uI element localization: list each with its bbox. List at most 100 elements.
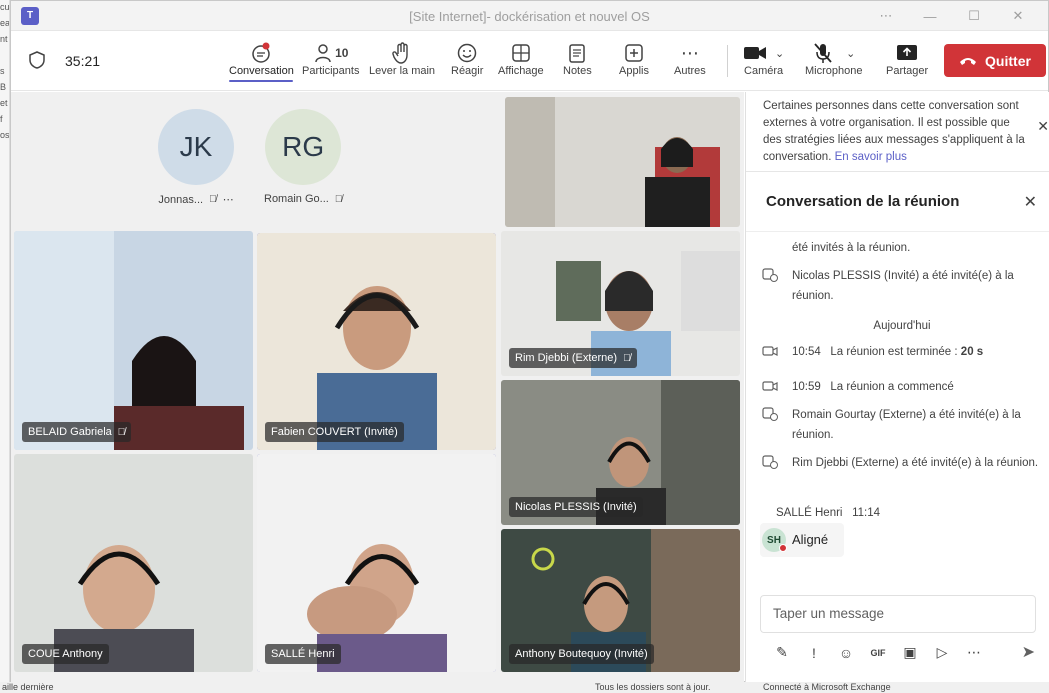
participant-more-icon[interactable]: ⋯ — [223, 193, 234, 206]
video-feed — [505, 97, 740, 227]
mic-off-icon: 🎙̸ — [209, 194, 217, 205]
video-feed — [257, 454, 496, 672]
participant-name: Jonnas... — [158, 193, 204, 206]
add-app-icon — [624, 41, 644, 65]
share-button[interactable]: Partager — [886, 41, 928, 77]
shield-icon[interactable] — [29, 51, 45, 69]
video-stage: JK Jonnas... 🎙̸ ⋯ RG Romain Go... 🎙̸ BEL… — [11, 92, 744, 682]
event-duration: 20 s — [960, 346, 984, 358]
message-input[interactable]: Taper un message — [760, 595, 1036, 633]
chat-panel: Certaines personnes dans cette conversat… — [745, 92, 1049, 682]
chat-event: été invités à la réunion. — [762, 238, 1042, 258]
window-minimize-icon[interactable]: — — [908, 9, 952, 24]
window-maximize-icon[interactable]: ☐ — [952, 8, 996, 24]
important-icon[interactable]: ! — [798, 645, 830, 661]
microphone-chevron-icon[interactable]: ⌄ — [846, 47, 855, 60]
participant-name: Anthony Boutequoy (Invité) — [515, 648, 648, 660]
conversation-label: Conversation — [229, 65, 294, 77]
toolbar-divider — [727, 45, 728, 77]
external-banner: Certaines personnes dans cette conversat… — [746, 92, 1049, 172]
background-app-sidebar: cu ea nt s Bet f os — [0, 0, 10, 693]
audio-participant-jk[interactable]: JK Jonnas... 🎙̸ ⋯ — [158, 109, 234, 206]
raise-hand-button[interactable]: Lever la main — [369, 41, 435, 77]
view-button[interactable]: Affichage — [498, 41, 544, 77]
view-label: Affichage — [498, 65, 544, 77]
message-meta: SALLÉ Henri 11:14 — [776, 503, 1049, 523]
teams-meeting-window: T [Site Internet]- dockérisation et nouv… — [10, 0, 1049, 682]
hand-icon — [392, 41, 412, 65]
participant-name: BELAID Gabriela — [28, 426, 112, 438]
apps-button[interactable]: Applis — [619, 41, 649, 77]
conversation-button[interactable]: Conversation — [229, 41, 294, 82]
status-text-mid: Tous les dossiers sont à jour. — [595, 682, 711, 692]
status-text-right: Connecté à Microsoft Exchange — [763, 682, 891, 692]
react-button[interactable]: Réagir — [451, 41, 483, 77]
video-tile-salle[interactable]: SALLÉ Henri — [257, 454, 496, 672]
emoji-icon[interactable]: ☺ — [830, 645, 862, 661]
more-button[interactable]: ⋯ Autres — [674, 41, 706, 78]
chat-message[interactable]: SH Aligné — [760, 523, 844, 557]
camera-button[interactable]: ⌄ Caméra — [743, 41, 784, 77]
window-close-icon[interactable]: ✕ — [996, 8, 1040, 24]
leave-button[interactable]: Quitter — [944, 44, 1046, 77]
participants-button[interactable]: 10 Participants — [302, 41, 359, 77]
video-tile-fabien[interactable]: Fabien COUVERT (Invité) — [257, 233, 496, 450]
apps-label: Applis — [619, 65, 649, 77]
mic-off-icon: 🎙̸ — [623, 352, 631, 364]
sticker-icon[interactable]: ▣ — [894, 644, 926, 661]
meeting-timer: 35:21 — [65, 53, 101, 69]
date-divider-text: Aujourd'hui — [873, 320, 931, 332]
participant-name-badge: Anthony Boutequoy (Invité) — [509, 644, 654, 664]
video-tile-belaid[interactable]: BELAID Gabriela 🎙̸ — [14, 231, 253, 450]
audio-participant-rg[interactable]: RG Romain Go... 🎙̸ — [264, 109, 342, 205]
participant-name-badge: Fabien COUVERT (Invité) — [265, 422, 404, 442]
participant-name-badge: SALLÉ Henri — [265, 644, 341, 664]
gif-icon[interactable]: GIF — [862, 648, 894, 658]
format-icon[interactable]: ✎ — [766, 644, 798, 661]
participant-name-badge: Nicolas PLESSIS (Invité) — [509, 497, 643, 517]
chat-event: 10:54 La réunion est terminée : 20 s — [762, 342, 1042, 362]
event-time: 10:54 — [792, 346, 821, 358]
notes-icon — [568, 41, 586, 65]
close-banner-icon[interactable]: ✕ — [1037, 118, 1049, 135]
microphone-muted-icon: ⌄ — [812, 41, 855, 65]
chat-event: Romain Gourtay (Externe) a été invité(e)… — [762, 405, 1042, 445]
notes-label: Notes — [563, 65, 592, 77]
microphone-button[interactable]: ⌄ Microphone — [805, 41, 862, 77]
chat-icon — [250, 41, 272, 65]
chat-title: Conversation de la réunion — [766, 193, 960, 210]
video-feed — [14, 231, 253, 450]
video-tile-nicolas[interactable]: Nicolas PLESSIS (Invité) — [501, 380, 740, 525]
video-tile-coue[interactable]: COUE Anthony — [14, 454, 253, 672]
send-icon[interactable]: ➤ — [1022, 642, 1035, 662]
more-options-icon[interactable]: ⋯ — [958, 644, 990, 661]
participant-name-badge: BELAID Gabriela 🎙̸ — [22, 422, 132, 442]
participant-name-badge: Rim Djebbi (Externe) 🎙̸ — [509, 348, 637, 368]
avatar: JK — [158, 109, 234, 185]
video-tile-rim[interactable]: Rim Djebbi (Externe) 🎙̸ — [501, 231, 740, 376]
participants-label: Participants — [302, 65, 360, 77]
notes-button[interactable]: Notes — [563, 41, 592, 77]
close-chat-icon[interactable]: ✕ — [1024, 192, 1037, 212]
message-author: SALLÉ Henri — [776, 507, 843, 519]
loop-icon[interactable]: ▷ — [926, 644, 958, 661]
participant-label: Romain Go... 🎙̸ — [264, 193, 342, 205]
phone-hangup-icon — [960, 57, 977, 65]
window-more-icon[interactable]: ⋯ — [864, 8, 908, 24]
participant-name: Romain Go... — [264, 193, 329, 205]
video-tile-top-right[interactable] — [505, 97, 740, 227]
learn-more-link[interactable]: En savoir plus — [835, 151, 907, 163]
camera-chevron-icon[interactable]: ⌄ — [775, 47, 784, 60]
raise-hand-label: Lever la main — [369, 65, 436, 77]
video-camera-icon — [762, 381, 778, 391]
event-text: Rim Djebbi (Externe) a été invité(e) à l… — [792, 457, 1039, 469]
avatar: RG — [265, 109, 342, 185]
leave-label: Quitter — [985, 52, 1031, 69]
video-feed — [257, 233, 496, 450]
grid-icon — [511, 41, 531, 65]
participant-name: Rim Djebbi (Externe) — [515, 352, 618, 364]
event-text: Romain Gourtay (Externe) a été invité(e)… — [792, 409, 1021, 441]
video-tile-anthony-b[interactable]: Anthony Boutequoy (Invité) — [501, 529, 740, 672]
chat-event: Rim Djebbi (Externe) a été invité(e) à l… — [762, 453, 1042, 473]
smiley-icon — [457, 41, 477, 65]
